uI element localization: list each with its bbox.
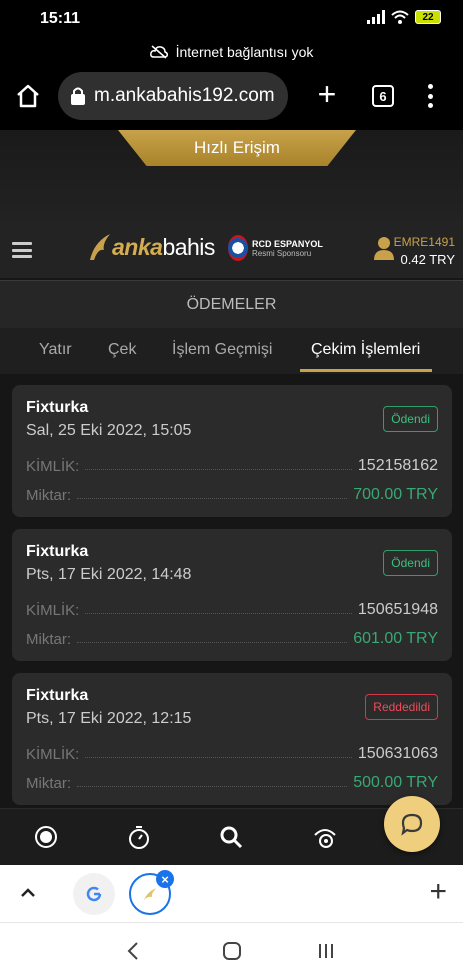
logo-rest: bahis bbox=[162, 233, 215, 260]
back-icon[interactable] bbox=[122, 939, 146, 963]
offline-notice: İnternet bağlantısı yok bbox=[0, 40, 463, 64]
tab-deposit[interactable]: Yatır bbox=[39, 341, 72, 359]
browser-toolbar: m.ankabahis192.com + 6 bbox=[0, 64, 463, 130]
transaction-date: Pts, 17 Eki 2022, 12:15 bbox=[26, 710, 192, 727]
provider-name: Fixturka bbox=[26, 399, 89, 416]
transaction-amount: 500.00 TRY bbox=[353, 774, 438, 791]
chat-icon bbox=[401, 813, 423, 836]
url-text[interactable]: m.ankabahis192.com bbox=[94, 85, 275, 107]
status-bar: 15:11 22 bbox=[0, 0, 463, 40]
search-icon[interactable] bbox=[219, 825, 243, 849]
chevron-up-icon[interactable] bbox=[18, 883, 38, 903]
transaction-amount: 700.00 TRY bbox=[353, 486, 438, 503]
username[interactable]: EMRE1491 bbox=[394, 235, 455, 249]
hamburger-menu-icon[interactable] bbox=[12, 242, 32, 258]
web-page: Hızlı Erişim ankabahis RCD ESPANYOL Resm… bbox=[0, 130, 463, 865]
amount-label: Miktar: bbox=[26, 487, 71, 504]
status-badge: Reddedildi bbox=[365, 694, 438, 720]
chat-button[interactable] bbox=[384, 796, 440, 852]
battery-icon: 22 bbox=[415, 10, 441, 24]
active-tab-indicator bbox=[300, 369, 432, 372]
system-nav-bar bbox=[0, 923, 463, 978]
transaction-card: Fixturka Pts, 17 Eki 2022, 14:48 Ödendi … bbox=[12, 529, 452, 661]
recents-icon[interactable] bbox=[314, 939, 338, 963]
browser-tab-strip: × + bbox=[0, 865, 463, 923]
user-balance: 0.42 TRY bbox=[400, 252, 455, 267]
provider-name: Fixturka bbox=[26, 687, 89, 704]
home-circle-icon[interactable] bbox=[220, 939, 244, 963]
id-label: KİMLİK: bbox=[26, 746, 80, 763]
transaction-card: Fixturka Pts, 17 Eki 2022, 12:15 Reddedi… bbox=[12, 673, 452, 805]
site-header: ankabahis RCD ESPANYOL Resmi Sponsoru EM… bbox=[0, 220, 463, 278]
add-tab-button[interactable]: + bbox=[429, 877, 447, 907]
user-icon[interactable] bbox=[374, 236, 394, 260]
live-icon[interactable] bbox=[34, 825, 58, 849]
logo-bold: anka bbox=[112, 233, 163, 260]
page-title: ÖDEMELER bbox=[0, 280, 463, 328]
google-icon bbox=[86, 886, 102, 902]
tab-switcher-button[interactable]: 6 bbox=[372, 85, 394, 107]
payment-tabs: Yatır Çek İşlem Geçmişi Çekim İşlemleri bbox=[0, 328, 463, 374]
cloud-off-icon bbox=[149, 45, 168, 59]
close-tab-icon[interactable]: × bbox=[156, 870, 174, 888]
quick-access-button[interactable]: Hızlı Erişim bbox=[118, 130, 356, 166]
transaction-id: 150631063 bbox=[357, 745, 438, 762]
signal-icon bbox=[367, 10, 385, 24]
transaction-id: 150651948 bbox=[357, 601, 438, 618]
amount-label: Miktar: bbox=[26, 631, 71, 648]
sponsor-subtitle: Resmi Sponsoru bbox=[252, 248, 312, 258]
phoenix-logo-icon bbox=[90, 234, 110, 260]
transaction-date: Sal, 25 Eki 2022, 15:05 bbox=[26, 422, 192, 439]
stopwatch-icon[interactable] bbox=[127, 825, 151, 849]
transaction-id: 152158162 bbox=[357, 457, 438, 474]
status-time: 15:11 bbox=[40, 10, 81, 27]
site-favicon-icon bbox=[144, 888, 156, 900]
new-tab-button[interactable]: + bbox=[314, 78, 340, 110]
wifi-icon bbox=[391, 10, 409, 24]
offline-text: İnternet bağlantısı yok bbox=[175, 44, 314, 60]
sponsor-name: RCD ESPANYOL bbox=[252, 238, 323, 249]
tab-history[interactable]: İşlem Geçmişi bbox=[172, 341, 272, 359]
tab-withdraw[interactable]: Çek bbox=[108, 341, 136, 359]
status-badge: Ödendi bbox=[383, 406, 438, 432]
id-label: KİMLİK: bbox=[26, 602, 80, 619]
transaction-date: Pts, 17 Eki 2022, 14:48 bbox=[26, 566, 192, 583]
address-bar[interactable]: m.ankabahis192.com bbox=[58, 72, 288, 120]
browser-menu-button[interactable] bbox=[420, 82, 440, 110]
transaction-card: Fixturka Sal, 25 Eki 2022, 15:05 Ödendi … bbox=[12, 385, 452, 517]
sponsor-block: RCD ESPANYOL Resmi Sponsoru bbox=[228, 235, 323, 261]
status-badge: Ödendi bbox=[383, 550, 438, 576]
id-row: KİMLİK: 150651948 bbox=[26, 599, 438, 619]
amount-row: Miktar: 500.00 TRY bbox=[26, 772, 438, 792]
site-logo[interactable]: ankabahis bbox=[88, 232, 215, 262]
amount-row: Miktar: 700.00 TRY bbox=[26, 484, 438, 504]
id-row: KİMLİK: 150631063 bbox=[26, 743, 438, 763]
top-band: Hızlı Erişim bbox=[0, 130, 463, 220]
espanyol-crest-icon bbox=[228, 235, 248, 261]
transaction-amount: 601.00 TRY bbox=[353, 630, 438, 647]
lock-icon[interactable] bbox=[70, 86, 86, 106]
tab-thumbnail[interactable] bbox=[73, 873, 115, 915]
tab-withdrawals[interactable]: Çekim İşlemleri bbox=[311, 341, 420, 359]
id-label: KİMLİK: bbox=[26, 458, 80, 475]
status-icons: 22 bbox=[367, 10, 441, 24]
provider-name: Fixturka bbox=[26, 543, 89, 560]
casino-icon[interactable] bbox=[313, 825, 337, 849]
id-row: KİMLİK: 152158162 bbox=[26, 455, 438, 475]
amount-row: Miktar: 601.00 TRY bbox=[26, 628, 438, 648]
amount-label: Miktar: bbox=[26, 775, 71, 792]
home-icon[interactable] bbox=[14, 82, 42, 110]
